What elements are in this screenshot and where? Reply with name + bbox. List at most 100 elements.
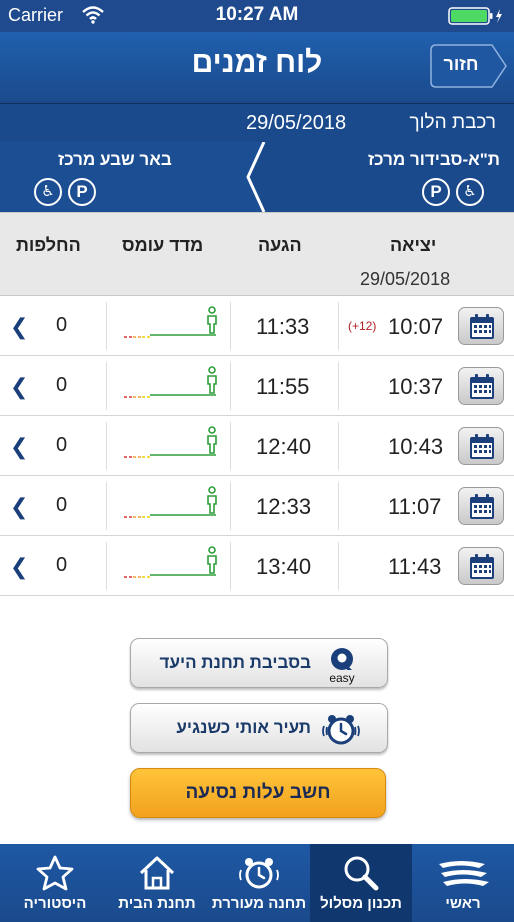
chevron-left-icon[interactable]: ❮ <box>10 554 28 580</box>
add-to-calendar-button[interactable] <box>458 367 504 405</box>
person-icon <box>207 486 217 514</box>
nearby-destination-label: בסביבת תחנת היעד <box>159 653 311 672</box>
back-button[interactable]: חזור <box>430 44 508 88</box>
train-date: 29/05/2018 <box>246 112 347 134</box>
changes-value: 0 <box>56 554 68 576</box>
cell-divider <box>106 302 107 350</box>
cell-divider <box>106 542 107 590</box>
battery-icon <box>448 7 502 25</box>
crowding-indicator <box>124 486 217 518</box>
arrival-time: 11:55 <box>256 374 310 399</box>
changes-value: 0 <box>56 494 68 516</box>
train-logo-icon <box>439 861 489 886</box>
origin-station: ת"א-סבידור מרכז <box>367 150 500 169</box>
cell-divider <box>338 302 339 350</box>
wake-me-button[interactable]: תעיר אותי כשנגיע <box>130 703 388 753</box>
tab-home[interactable]: ראשי <box>412 844 514 922</box>
crowding-indicator <box>124 426 217 458</box>
tab-history-label: היסטוריה <box>23 895 87 912</box>
nav-header: לוח זמנים חזור <box>0 32 514 104</box>
cell-divider <box>230 542 231 590</box>
destination-accessible-icon: ♿ <box>34 178 62 206</box>
tab-history[interactable]: היסטוריה <box>4 844 106 922</box>
crowding-header: מדד עומס <box>122 235 204 255</box>
add-to-calendar-button[interactable] <box>458 487 504 525</box>
calendar-icon <box>470 554 494 579</box>
chevron-left-icon[interactable]: ❮ <box>10 374 28 400</box>
changes-value: 0 <box>56 314 68 336</box>
cell-divider <box>338 362 339 410</box>
calendar-icon <box>470 314 494 339</box>
cell-divider <box>338 422 339 470</box>
departure-time: 10:07 <box>388 314 444 339</box>
tab-home-station[interactable]: תחנת הבית <box>106 844 208 922</box>
crowding-indicator <box>124 366 217 398</box>
destination-station: באר שבע מרכז <box>58 150 172 169</box>
add-to-calendar-button[interactable] <box>458 547 504 585</box>
add-to-calendar-button[interactable] <box>458 307 504 345</box>
chevron-left-icon[interactable]: ❮ <box>10 494 28 520</box>
trip-row[interactable]: ❮ 0 11:33 (+12) 10:07 <box>0 296 514 356</box>
search-icon <box>344 856 379 891</box>
clock: 10:27 AM <box>215 4 299 25</box>
cell-divider <box>338 482 339 530</box>
cell-divider <box>106 422 107 470</box>
trip-row[interactable]: ❮ 0 13:40 11:43 <box>0 536 514 596</box>
calendar-icon <box>470 434 494 459</box>
origin-accessible-icon: ♿ <box>456 178 484 206</box>
tab-route-planning-label: תכנון מסלול <box>320 895 402 912</box>
add-to-calendar-button[interactable] <box>458 427 504 465</box>
status-bar: Carrier 10:27 AM <box>0 0 514 32</box>
train-direction: רכבת הלוך <box>409 112 496 133</box>
cell-divider <box>106 362 107 410</box>
alarm-clock-icon <box>239 858 279 889</box>
calculate-fare-label: חשב עלות נסיעה <box>185 782 331 803</box>
route-bar: ת"א-סבידור מרכז באר שבע מרכז P ♿ ♿ P <box>0 142 514 212</box>
crowding-cell <box>120 366 224 406</box>
arrival-time: 13:40 <box>256 554 312 579</box>
crowding-indicator <box>124 546 217 578</box>
arrival-time: 12:40 <box>256 434 312 459</box>
train-info-row: 29/05/2018 רכבת הלוך <box>0 104 514 142</box>
cell-divider <box>106 482 107 530</box>
tab-home-label: ראשי <box>445 895 481 912</box>
delay-badge: (+12) <box>348 319 377 333</box>
person-icon <box>207 366 217 394</box>
trip-row[interactable]: ❮ 0 12:40 10:43 <box>0 416 514 476</box>
trip-row[interactable]: ❮ 0 12:33 11:07 <box>0 476 514 536</box>
calendar-icon <box>470 494 494 519</box>
chevron-left-icon[interactable]: ❮ <box>10 434 28 460</box>
crowding-cell <box>120 426 224 466</box>
cell-divider <box>230 422 231 470</box>
destination-parking-icon: P <box>68 178 96 206</box>
home-icon <box>139 856 175 890</box>
changes-header: החלפות <box>16 235 81 255</box>
departure-time: 11:43 <box>388 554 442 579</box>
nearby-destination-button[interactable]: בסביבת תחנת היעד easy <box>130 638 388 688</box>
trip-row[interactable]: ❮ 0 11:55 10:37 <box>0 356 514 416</box>
changes-value: 0 <box>56 434 68 456</box>
tab-bar: ראשי תכנון מסלול תחנה מעוררת תחנת הבית ה… <box>0 844 514 922</box>
cell-divider <box>230 482 231 530</box>
schedule-date: 29/05/2018 <box>360 269 451 289</box>
person-icon <box>207 306 217 334</box>
cell-divider <box>230 302 231 350</box>
calendar-icon <box>470 374 494 399</box>
origin-parking-icon: P <box>422 178 450 206</box>
departure-time: 10:37 <box>388 374 444 399</box>
tab-alarm-station[interactable]: תחנה מעוררת <box>208 844 310 922</box>
crowding-cell <box>120 546 224 586</box>
calculate-fare-button[interactable]: חשב עלות נסיעה <box>130 768 386 818</box>
tab-route-planning[interactable]: תכנון מסלול <box>310 844 412 922</box>
easy-logo-text: easy <box>329 671 355 685</box>
departure-time: 11:07 <box>388 494 442 519</box>
changes-value: 0 <box>56 374 68 396</box>
back-button-label: חזור <box>443 54 479 74</box>
table-header: יציאה הגעה מדד עומס החלפות 29/05/2018 <box>0 212 514 296</box>
tab-alarm-station-label: תחנה מעוררת <box>211 895 307 912</box>
star-icon <box>36 855 74 891</box>
departure-header: יציאה <box>390 235 437 255</box>
arrival-time: 11:33 <box>256 314 310 339</box>
tab-home-station-label: תחנת הבית <box>118 895 196 912</box>
chevron-left-icon[interactable]: ❮ <box>10 314 28 340</box>
